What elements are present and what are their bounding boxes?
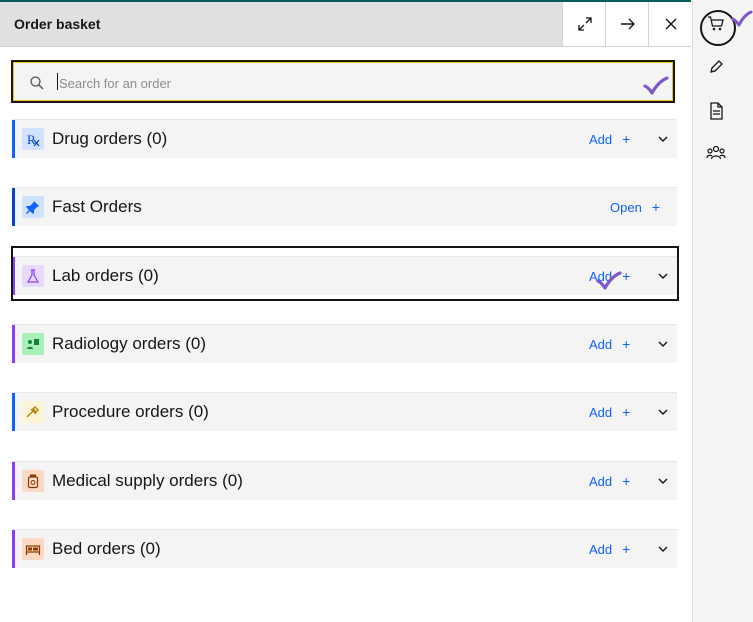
close-icon xyxy=(665,18,676,30)
chevron-down-icon[interactable] xyxy=(657,133,669,145)
search-icon xyxy=(30,76,44,90)
arrow-right-icon xyxy=(620,18,635,30)
maximize-button[interactable] xyxy=(562,2,606,46)
row-accent xyxy=(12,120,15,158)
procedure-icon xyxy=(22,401,44,423)
chevron-down-icon[interactable] xyxy=(657,338,669,350)
radiology-icon xyxy=(22,333,44,355)
fast-orders-row[interactable]: Fast Orders Open + xyxy=(12,187,677,226)
panel-title: Order basket xyxy=(14,16,101,32)
add-drug-order-button[interactable]: Add + xyxy=(589,131,630,147)
row-label: Radiology orders (0) xyxy=(52,334,207,353)
right-side-rail xyxy=(692,0,753,622)
radiology-orders-row[interactable]: Radiology orders (0) Add + xyxy=(12,324,677,363)
bed-orders-row[interactable]: Bed orders (0) Add + xyxy=(12,529,677,568)
order-basket-header: Order basket xyxy=(0,2,692,47)
procedure-orders-row[interactable]: Procedure orders (0) Add + xyxy=(12,392,677,431)
row-accent xyxy=(12,530,15,568)
text-cursor xyxy=(57,73,58,90)
row-label: Fast Orders xyxy=(52,197,142,216)
lab-orders-highlight xyxy=(11,246,679,301)
chevron-down-icon[interactable] xyxy=(657,475,669,487)
checkmark-annotation-icon xyxy=(643,76,669,95)
close-button[interactable] xyxy=(648,2,692,46)
row-accent xyxy=(12,325,15,363)
maximize-icon xyxy=(577,17,592,31)
prescription-icon: R xyxy=(22,128,44,150)
notes-rail-button[interactable] xyxy=(697,48,735,86)
supply-jar-icon xyxy=(22,470,44,492)
bed-icon xyxy=(22,538,44,560)
pen-icon xyxy=(710,60,723,73)
checkmark-annotation-icon xyxy=(731,10,753,27)
collapse-panel-button[interactable] xyxy=(605,2,649,46)
medical-supply-orders-row[interactable]: Medical supply orders (0) Add + xyxy=(12,461,677,500)
add-medical-supply-order-button[interactable]: Add + xyxy=(589,473,630,489)
row-accent xyxy=(12,393,15,431)
user-group-icon xyxy=(706,145,726,160)
row-accent xyxy=(12,188,15,226)
checkmark-annotation-icon xyxy=(596,271,622,290)
search-input[interactable] xyxy=(57,71,621,95)
row-label: Bed orders (0) xyxy=(52,539,161,558)
chevron-down-icon[interactable] xyxy=(657,406,669,418)
row-label: Procedure orders (0) xyxy=(52,402,209,421)
pin-icon xyxy=(22,196,44,218)
order-basket-rail-button[interactable] xyxy=(697,4,736,46)
add-bed-order-button[interactable]: Add + xyxy=(589,541,630,557)
row-label: Drug orders (0) xyxy=(52,129,168,148)
documents-rail-button[interactable] xyxy=(697,92,735,130)
document-icon xyxy=(710,102,723,120)
drug-orders-row[interactable]: R Drug orders (0) Add + xyxy=(12,119,677,158)
chevron-down-icon[interactable] xyxy=(657,543,669,555)
add-radiology-order-button[interactable]: Add + xyxy=(589,336,630,352)
visitors-rail-button[interactable] xyxy=(697,134,735,172)
row-accent xyxy=(12,462,15,500)
order-search xyxy=(11,60,675,103)
add-procedure-order-button[interactable]: Add + xyxy=(589,404,630,420)
open-fast-orders-button[interactable]: Open + xyxy=(610,199,660,215)
row-label: Medical supply orders (0) xyxy=(52,471,243,490)
